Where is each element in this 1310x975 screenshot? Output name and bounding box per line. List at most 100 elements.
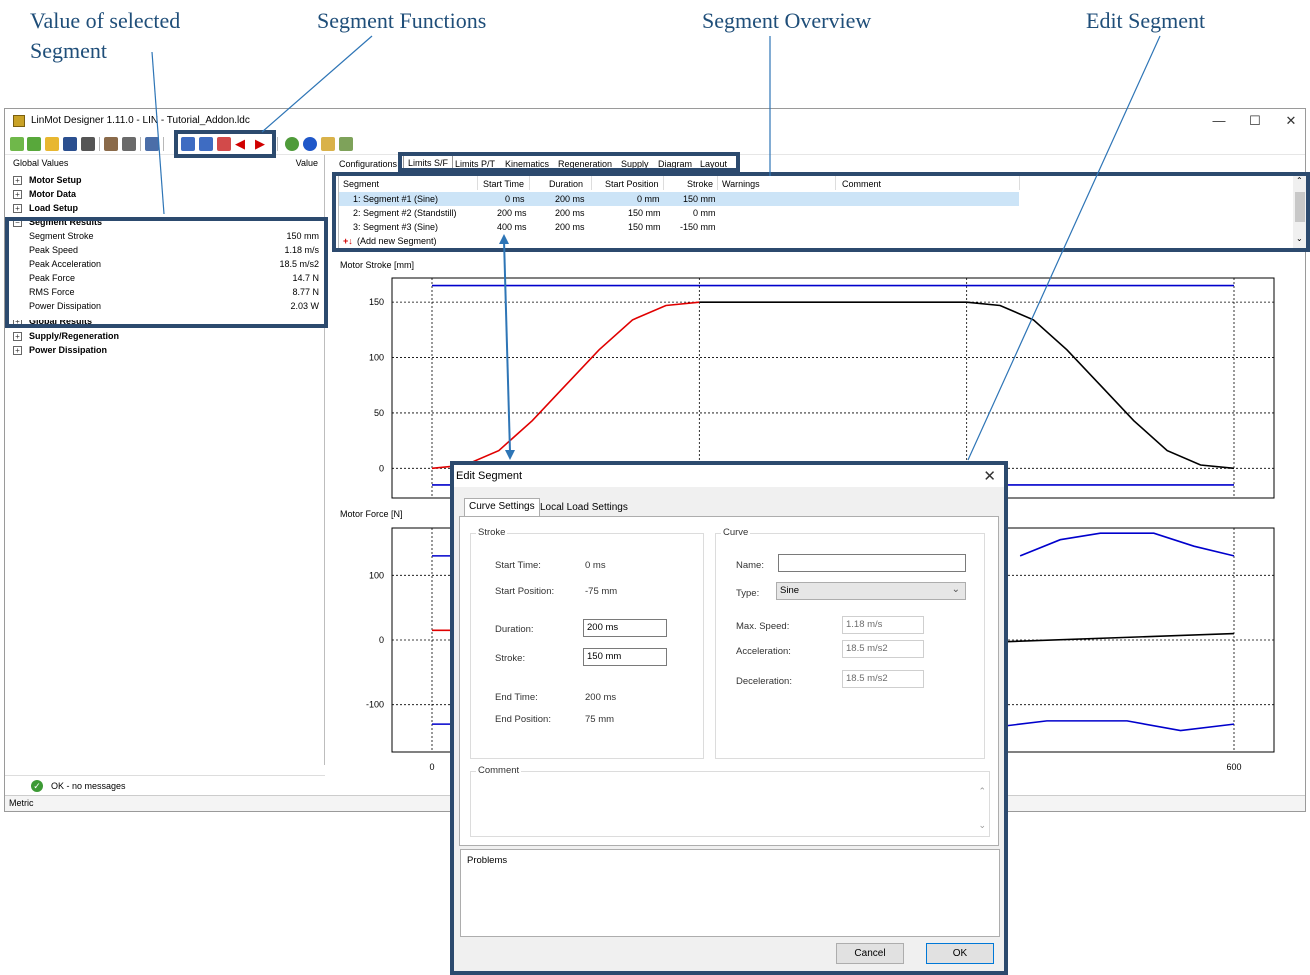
y-tick-label: 0 <box>379 463 384 473</box>
type-select[interactable]: Sine ⌄ <box>776 582 966 600</box>
acceleration-field: 18.5 m/s2 <box>842 640 924 658</box>
save-icon[interactable] <box>63 137 77 151</box>
y-tick-label: 50 <box>374 408 384 418</box>
type-label: Type: <box>736 588 760 599</box>
chevron-down-icon: ⌄ <box>951 584 960 595</box>
motor-select-icon[interactable] <box>122 137 136 151</box>
print-icon[interactable] <box>81 137 95 151</box>
toolbar-separator <box>163 137 164 151</box>
callout-value-line2: Segment <box>30 38 107 63</box>
duration-field[interactable]: 200 ms <box>583 619 667 637</box>
end-position-label: End Position: <box>495 714 551 725</box>
name-field[interactable] <box>778 554 966 572</box>
tree-item-power-dissipation[interactable]: + Power Dissipation <box>13 344 323 358</box>
global-values-panel: Global Values Value + Motor Setup + Moto… <box>5 155 328 765</box>
minimize-button[interactable]: — <box>1201 111 1237 131</box>
callout-value-line1: Value of selected <box>30 8 181 33</box>
expand-icon[interactable]: + <box>13 190 22 199</box>
start-position-value: -75 mm <box>585 586 618 597</box>
value-heading: Value <box>295 158 318 168</box>
name-label: Name: <box>736 560 764 571</box>
tree-item-load-setup[interactable]: + Load Setup <box>13 202 323 216</box>
expand-icon[interactable]: + <box>13 332 22 341</box>
segment-overview-highlight <box>332 172 1310 252</box>
stroke-group-label: Stroke <box>476 527 508 538</box>
y-tick-label: 100 <box>369 570 384 580</box>
y-tick-label: 0 <box>379 635 384 645</box>
dialog-title: Edit Segment <box>456 470 523 482</box>
ok-button[interactable]: OK <box>926 943 994 964</box>
segment-results-highlight <box>5 217 328 328</box>
tab-local-load-settings[interactable]: Local Load Settings <box>536 500 632 517</box>
dialog-close-icon[interactable]: ✕ <box>983 467 996 485</box>
window-title: LinMot Designer 1.11.0 - LIN - Tutorial_… <box>31 115 250 126</box>
expand-icon[interactable]: + <box>13 346 22 355</box>
unit-system: Metric <box>9 798 34 808</box>
y-tick-label: 150 <box>369 297 384 307</box>
motor-icon[interactable] <box>104 137 118 151</box>
comment-box[interactable]: Comment ⌃ ⌄ <box>470 765 990 837</box>
tree-item-label: Motor Data <box>29 189 76 199</box>
export-icon[interactable] <box>321 137 335 151</box>
problems-label: Problems <box>467 855 508 866</box>
toolbar-separator <box>99 137 100 151</box>
maximize-button[interactable]: ☐ <box>1237 111 1273 131</box>
tab-configurations[interactable]: Configurations <box>335 156 401 172</box>
expand-icon[interactable]: + <box>13 204 22 213</box>
stroke-group: Stroke Start Time: 0 ms Start Position: … <box>470 527 704 759</box>
tree-item-supply-regeneration[interactable]: + Supply/Regeneration <box>13 330 323 344</box>
toolbar-separator <box>140 137 141 151</box>
global-values-header: Global Values Value <box>5 155 324 169</box>
comment-label: Comment <box>476 765 522 776</box>
y-tick-label: -100 <box>366 700 384 710</box>
tree-item-label: Power Dissipation <box>29 345 108 355</box>
stroke-chart-title: Motor Stroke [mm] <box>340 260 415 270</box>
tree-item-label: Load Setup <box>29 203 78 213</box>
x-tick-label: 0 <box>429 762 434 772</box>
check-icon: ✓ <box>31 780 43 792</box>
toolbar-separator <box>277 137 278 151</box>
expand-icon[interactable]: + <box>13 176 22 185</box>
callout-value-selected-segment: Value of selected Segment <box>30 6 180 66</box>
tree-item-motor-data[interactable]: + Motor Data <box>13 188 323 202</box>
duration-label: Duration: <box>495 624 534 635</box>
callout-edit-segment: Edit Segment <box>1086 8 1206 33</box>
new-file-icon[interactable] <box>10 137 24 151</box>
segment-list-icon[interactable] <box>145 137 159 151</box>
deceleration-field: 18.5 m/s2 <box>842 670 924 688</box>
problems-box: Problems <box>460 849 1000 937</box>
tree-item-label: Motor Setup <box>29 175 82 185</box>
close-button[interactable]: ✕ <box>1273 111 1309 131</box>
segment-functions-highlight <box>174 130 276 158</box>
end-position-value: 75 mm <box>585 714 615 725</box>
scroll-up-icon[interactable]: ⌃ <box>978 786 986 797</box>
x-tick-label: 600 <box>1226 762 1241 772</box>
stroke-field[interactable]: 150 mm <box>583 648 667 666</box>
cancel-button[interactable]: Cancel <box>836 943 904 964</box>
refresh-icon[interactable] <box>27 137 41 151</box>
end-time-label: End Time: <box>495 692 538 703</box>
curve-group-label: Curve <box>721 527 751 538</box>
start-time-value: 0 ms <box>585 560 606 571</box>
tab-curve-settings[interactable]: Curve Settings <box>464 498 540 517</box>
info-icon[interactable] <box>303 137 317 151</box>
start-time-label: Start Time: <box>495 560 541 571</box>
edit-segment-dialog: Edit Segment ✕ Curve Settings Local Load… <box>450 461 1008 975</box>
scroll-down-icon[interactable]: ⌄ <box>978 820 986 831</box>
dialog-titlebar: Edit Segment ✕ <box>454 465 1004 487</box>
recalculate-icon[interactable] <box>285 137 299 151</box>
max-speed-label: Max. Speed: <box>736 621 790 632</box>
tree-item-motor-setup[interactable]: + Motor Setup <box>13 174 323 188</box>
force-chart-title: Motor Force [N] <box>340 509 403 519</box>
max-speed-field: 1.18 m/s <box>842 616 924 634</box>
deceleration-label: Deceleration: <box>736 676 792 687</box>
stroke-label: Stroke: <box>495 653 526 664</box>
status-message: OK - no messages <box>51 781 126 791</box>
end-time-value: 200 ms <box>585 692 617 703</box>
start-position-label: Start Position: <box>495 586 555 597</box>
app-icon <box>13 115 25 127</box>
open-folder-icon[interactable] <box>45 137 59 151</box>
tabs-highlight <box>398 152 740 172</box>
help-icon[interactable] <box>339 137 353 151</box>
global-values-heading: Global Values <box>13 158 69 168</box>
